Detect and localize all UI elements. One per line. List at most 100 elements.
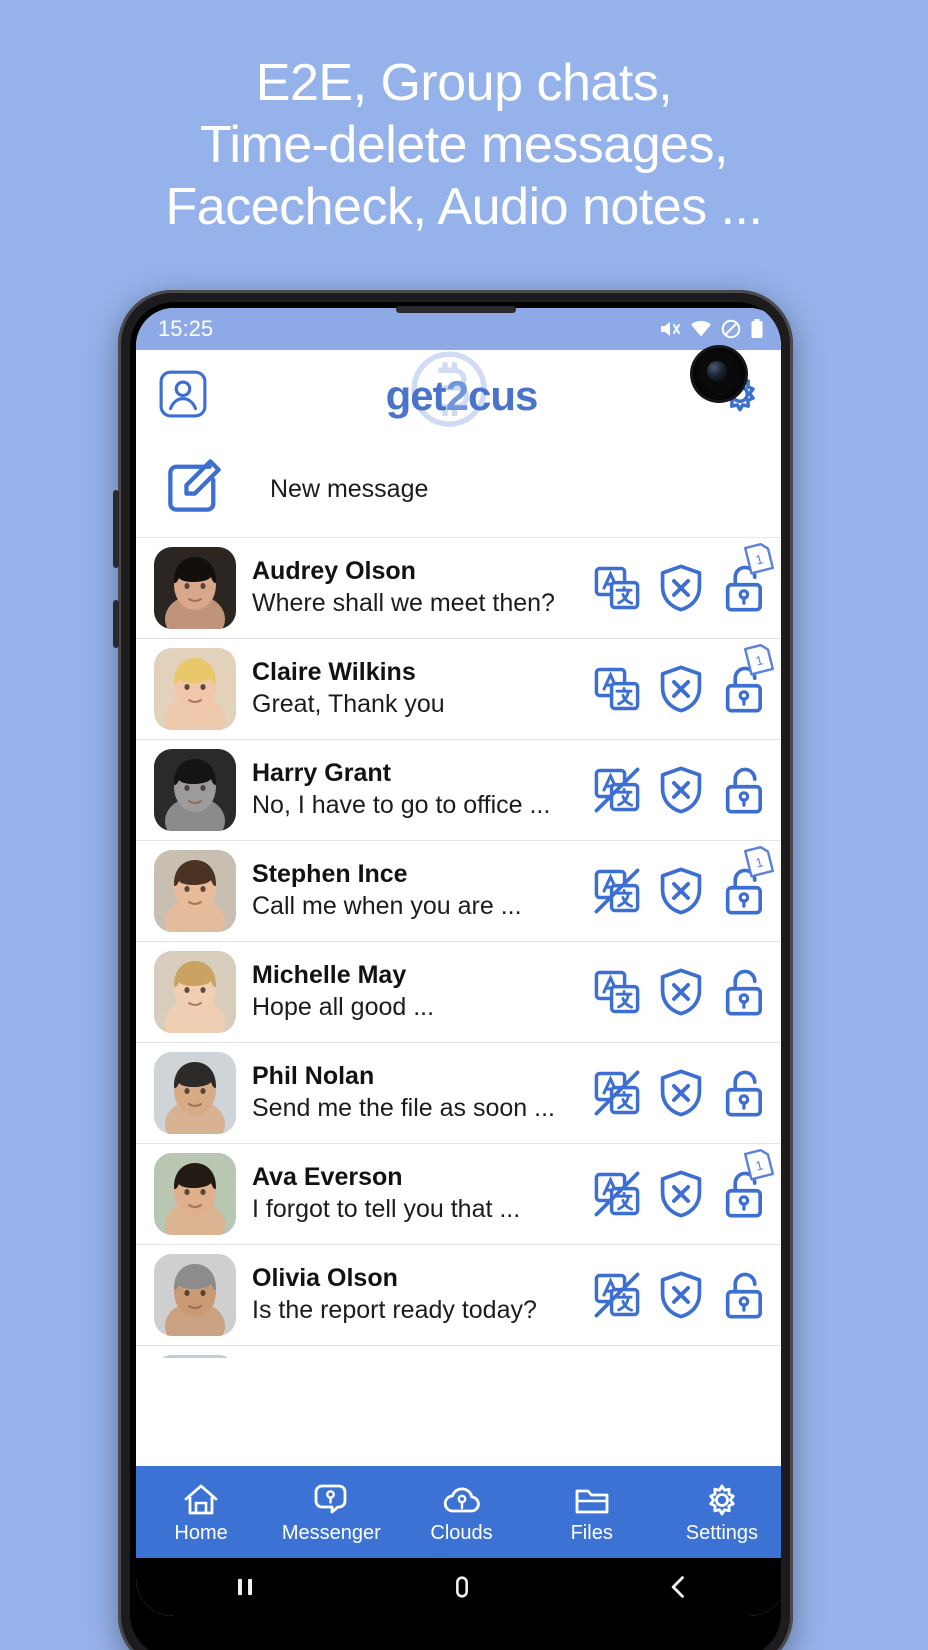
shield-action[interactable] <box>655 1067 707 1119</box>
unlocked-lock-icon[interactable] <box>719 966 771 1018</box>
folder-icon <box>572 1480 612 1520</box>
shield-x-icon[interactable] <box>655 663 707 715</box>
chat-row-actions <box>591 1269 773 1321</box>
chat-row[interactable]: Olivia Olson Is the report ready today? <box>136 1245 781 1346</box>
nav-item-clouds[interactable]: Clouds <box>396 1480 526 1544</box>
app-logo: get2cus <box>386 351 538 427</box>
avatar <box>154 951 236 1033</box>
translate-icon[interactable] <box>591 966 643 1018</box>
chat-preview-message: Where shall we meet then? <box>252 589 555 617</box>
back-chevron-icon[interactable] <box>665 1573 693 1601</box>
app-header: get2cus <box>136 350 781 442</box>
lock-action[interactable] <box>719 764 771 816</box>
avatar <box>154 1153 236 1235</box>
nav-item-messenger[interactable]: Messenger <box>266 1480 396 1544</box>
mute-icon <box>661 322 680 336</box>
chat-row[interactable]: Audrey Olson Where shall we meet then? 1 <box>136 538 781 639</box>
shield-action[interactable] <box>655 764 707 816</box>
shield-x-icon[interactable] <box>655 562 707 614</box>
chat-preview-message: Is the report ready today? <box>252 1296 537 1324</box>
translate-action[interactable] <box>591 1168 643 1220</box>
lock-action[interactable] <box>719 1067 771 1119</box>
lock-action[interactable] <box>719 966 771 1018</box>
translate-action[interactable] <box>591 663 643 715</box>
new-message-label: New message <box>270 475 429 503</box>
front-camera <box>693 348 745 400</box>
shield-action[interactable] <box>655 1168 707 1220</box>
cloud-key-icon <box>442 1480 482 1520</box>
volume-button[interactable] <box>113 490 119 568</box>
chat-contact-name: Michelle May <box>252 961 407 989</box>
phone-body: 15:25 get2cus New message Audrey Olson W… <box>130 302 781 1650</box>
profile-icon[interactable] <box>158 369 208 424</box>
translate-action[interactable] <box>591 966 643 1018</box>
shield-x-icon[interactable] <box>655 966 707 1018</box>
nav-item-home[interactable]: Home <box>136 1480 266 1544</box>
chat-row-text: Phil Nolan Send me the file as soon ... <box>236 1061 591 1125</box>
avatar <box>154 1254 236 1336</box>
shield-action[interactable] <box>655 663 707 715</box>
lock-action[interactable] <box>719 1269 771 1321</box>
chat-row-text: Ava Everson I forgot to tell you that ..… <box>236 1162 591 1226</box>
chat-row[interactable]: Ava Everson I forgot to tell you that ..… <box>136 1144 781 1245</box>
power-button[interactable] <box>113 600 119 648</box>
avatar <box>154 547 236 629</box>
translate-action[interactable] <box>591 764 643 816</box>
shield-x-icon[interactable] <box>655 1168 707 1220</box>
chat-contact-name: Harry Grant <box>252 759 391 787</box>
translate-icon[interactable] <box>591 764 643 816</box>
chat-contact-name: Phil Nolan <box>252 1062 375 1090</box>
avatar <box>154 850 236 932</box>
translate-icon[interactable] <box>591 1168 643 1220</box>
do-not-disturb-icon <box>721 319 741 339</box>
chat-row-actions <box>591 1067 773 1119</box>
unread-badge: 1 <box>741 641 777 677</box>
shield-action[interactable] <box>655 1269 707 1321</box>
home-pill-icon[interactable] <box>448 1573 476 1601</box>
unlocked-lock-icon[interactable] <box>719 764 771 816</box>
earpiece-speaker <box>395 306 516 313</box>
android-system-bar <box>136 1558 781 1616</box>
avatar <box>154 749 236 831</box>
messenger-icon <box>311 1480 351 1520</box>
translate-icon[interactable] <box>591 1269 643 1321</box>
recents-icon[interactable] <box>231 1573 259 1601</box>
status-time: 15:25 <box>158 316 214 341</box>
nav-item-label: Files <box>570 1522 613 1544</box>
translate-icon[interactable] <box>591 562 643 614</box>
nav-item-label: Messenger <box>281 1522 381 1544</box>
translate-icon[interactable] <box>591 865 643 917</box>
chat-row[interactable]: Claire Wilkins Great, Thank you 1 <box>136 639 781 740</box>
chat-row[interactable]: Phil Nolan Send me the file as soon ... <box>136 1043 781 1144</box>
shield-action[interactable] <box>655 562 707 614</box>
nav-item-files[interactable]: Files <box>527 1480 657 1544</box>
chat-preview-message: Call me when you are ... <box>252 892 522 920</box>
translate-action[interactable] <box>591 865 643 917</box>
translate-action[interactable] <box>591 1269 643 1321</box>
shield-x-icon[interactable] <box>655 764 707 816</box>
translate-icon[interactable] <box>591 663 643 715</box>
shield-x-icon[interactable] <box>655 1067 707 1119</box>
chat-contact-name: Audrey Olson <box>252 557 416 585</box>
chat-row[interactable]: Stephen Ince Call me when you are ... 1 <box>136 841 781 942</box>
shield-x-icon[interactable] <box>655 1269 707 1321</box>
chat-list[interactable]: Audrey Olson Where shall we meet then? 1 <box>136 538 781 1358</box>
chat-preview-message: Hope all good ... <box>252 993 435 1021</box>
chat-row[interactable]: Harry Grant No, I have to go to office .… <box>136 740 781 841</box>
unlocked-lock-icon[interactable] <box>719 1269 771 1321</box>
translate-icon[interactable] <box>591 1067 643 1119</box>
chat-row[interactable]: Carl Conner <box>136 1346 781 1358</box>
nav-item-settings[interactable]: Settings <box>657 1480 781 1544</box>
shield-x-icon[interactable] <box>655 865 707 917</box>
chat-row[interactable]: Michelle May Hope all good ... <box>136 942 781 1043</box>
chat-row-text: Audrey Olson Where shall we meet then? <box>236 556 591 620</box>
unlocked-lock-icon[interactable] <box>719 1067 771 1119</box>
avatar <box>154 1355 236 1358</box>
chat-contact-name: Olivia Olson <box>252 1264 398 1292</box>
new-message-button[interactable]: New message <box>136 442 781 538</box>
translate-action[interactable] <box>591 562 643 614</box>
translate-action[interactable] <box>591 1067 643 1119</box>
shield-action[interactable] <box>655 966 707 1018</box>
chat-contact-name: Stephen Ince <box>252 860 408 888</box>
shield-action[interactable] <box>655 865 707 917</box>
